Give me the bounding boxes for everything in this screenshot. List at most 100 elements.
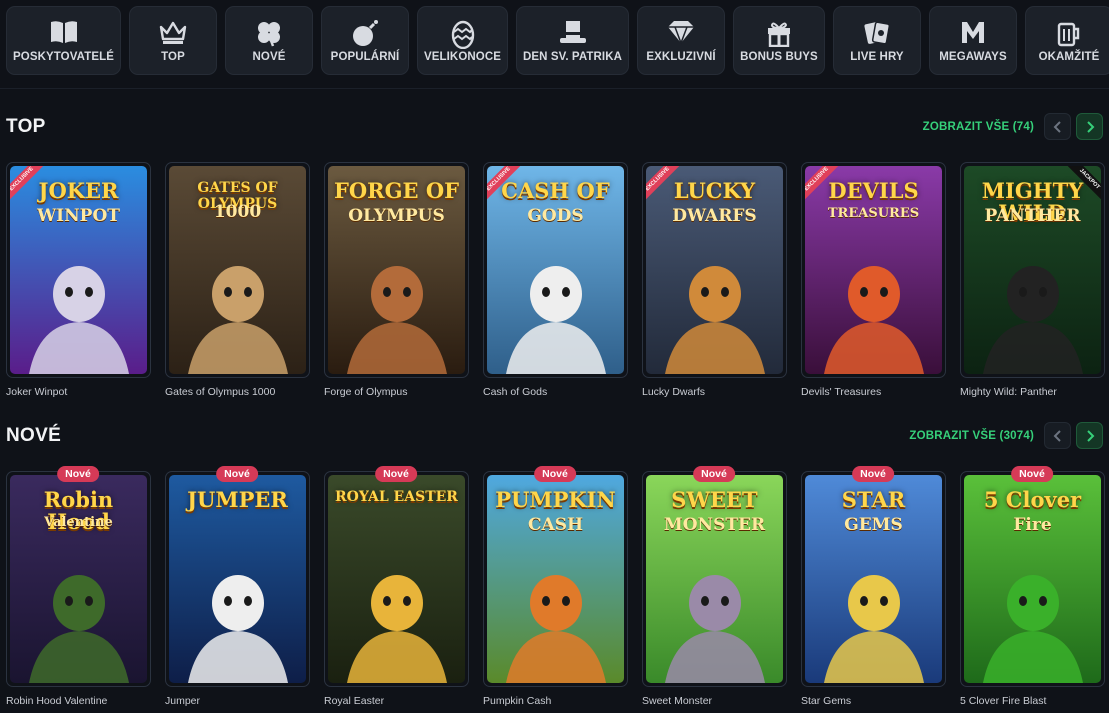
category-easter[interactable]: VELIKONOCE — [417, 6, 508, 75]
game-character-art — [346, 575, 447, 683]
section-title-top: TOP — [6, 116, 46, 137]
game-art-title: DEVILS — [828, 178, 919, 203]
game-card[interactable]: ROYAL EASTER — [324, 471, 469, 687]
game-name[interactable]: Robin Hood Valentine — [6, 695, 107, 707]
game-thumbnail: LUCKY DWARFS EXCLUSIVE — [646, 166, 783, 374]
game-name[interactable]: Joker Winpot — [6, 386, 67, 398]
game-name[interactable]: Pumpkin Cash — [483, 695, 551, 707]
game-card[interactable]: MIGHTY WILD PANTHER JACKPOT — [960, 162, 1105, 378]
game-art-subtitle: MONSTER — [663, 515, 766, 535]
game-art-subtitle: GEMS — [844, 515, 903, 535]
category-bar: POSKYTOVATELÉ TOP NOVÉ POPULÁRNÍ VELIKON… — [0, 0, 1109, 89]
game-card[interactable]: GATES OF OLYMPUS 1000 — [165, 162, 310, 378]
new-badge: Nové — [534, 466, 576, 482]
game-thumbnail: DEVILS TREASURES EXCLUSIVE — [805, 166, 942, 374]
game-name[interactable]: 5 Clover Fire Blast — [960, 695, 1046, 707]
new-badge: Nové — [375, 466, 417, 482]
game-name[interactable]: Star Gems — [801, 695, 851, 707]
game-name[interactable]: Royal Easter — [324, 695, 384, 707]
category-megaways[interactable]: MEGAWAYS — [929, 6, 1017, 75]
game-thumbnail: ROYAL EASTER — [328, 475, 465, 683]
game-art-subtitle: CASH — [527, 515, 584, 535]
game-character-art — [823, 266, 924, 374]
view-all-top-link[interactable]: ZOBRAZIT VŠE (74) — [923, 121, 1034, 133]
category-top[interactable]: TOP — [129, 6, 217, 75]
game-card[interactable]: SWEET MONSTER — [642, 471, 787, 687]
new-next-button[interactable] — [1076, 422, 1103, 449]
game-character-art — [823, 575, 924, 683]
category-providers[interactable]: POSKYTOVATELÉ — [6, 6, 121, 75]
game-thumbnail: PUMPKIN CASH — [487, 475, 624, 683]
game-name[interactable]: Sweet Monster — [642, 695, 712, 707]
easter-egg-icon — [451, 20, 474, 49]
game-card[interactable]: 5 Clover Fire — [960, 471, 1105, 687]
category-exclusive[interactable]: EXKLUZIVNÍ — [637, 6, 725, 75]
new-badge: Nové — [693, 466, 735, 482]
category-label: MEGAWAYS — [939, 51, 1007, 63]
category-label: POPULÁRNÍ — [330, 51, 400, 63]
new-prev-button[interactable] — [1044, 422, 1071, 449]
game-card[interactable]: LUCKY DWARFS EXCLUSIVE — [642, 162, 787, 378]
game-art-title: LUCKY — [673, 178, 756, 203]
category-bonus-buys[interactable]: BONUS BUYS — [733, 6, 825, 75]
diamond-icon — [668, 21, 694, 45]
game-card[interactable]: JOKER WINPOT EXCLUSIVE — [6, 162, 151, 378]
game-character-art — [505, 266, 606, 374]
game-art-subtitle: PANTHER — [984, 206, 1081, 226]
game-name[interactable]: Mighty Wild: Panther — [960, 386, 1057, 398]
game-character-art — [187, 575, 288, 683]
book-icon — [50, 21, 77, 43]
game-art-title: SWEET — [671, 487, 758, 512]
game-character-art — [346, 266, 447, 374]
game-name[interactable]: Cash of Gods — [483, 386, 547, 398]
game-thumbnail: JOKER WINPOT EXCLUSIVE — [10, 166, 147, 374]
beer-mug-icon — [1057, 22, 1080, 47]
leprechaun-hat-icon — [559, 21, 586, 43]
category-label: OKAMŽITÉ — [1038, 51, 1100, 63]
game-name[interactable]: Lucky Dwarfs — [642, 386, 705, 398]
category-label: EXKLUZIVNÍ — [646, 51, 716, 63]
game-card[interactable]: Robin Hood Valentine — [6, 471, 151, 687]
game-art-title: CASH OF — [501, 178, 610, 203]
game-card[interactable]: JUMPER — [165, 471, 310, 687]
game-name[interactable]: Jumper — [165, 695, 200, 707]
game-name[interactable]: Gates of Olympus 1000 — [165, 386, 275, 398]
chevron-left-icon — [1053, 430, 1061, 442]
game-card[interactable]: FORGE OF OLYMPUS — [324, 162, 469, 378]
game-art-subtitle: Valentine — [44, 515, 113, 530]
playing-cards-icon — [864, 21, 891, 45]
game-art-title: STAR — [841, 487, 906, 512]
top-prev-button[interactable] — [1044, 113, 1071, 140]
game-thumbnail: 5 Clover Fire — [964, 475, 1101, 683]
game-character-art — [28, 266, 129, 374]
game-thumbnail: SWEET MONSTER — [646, 475, 783, 683]
category-popular[interactable]: POPULÁRNÍ — [321, 6, 409, 75]
category-label: BONUS BUYS — [740, 51, 818, 63]
game-name[interactable]: Forge of Olympus — [324, 386, 407, 398]
game-card[interactable]: CASH OF GODS EXCLUSIVE — [483, 162, 628, 378]
gift-icon — [768, 22, 790, 47]
category-instant[interactable]: OKAMŽITÉ — [1025, 6, 1109, 75]
category-label: VELIKONOCE — [423, 51, 502, 63]
game-character-art — [505, 575, 606, 683]
game-art-subtitle: TREASURES — [827, 206, 920, 221]
game-card[interactable]: STAR GEMS — [801, 471, 946, 687]
top-next-button[interactable] — [1076, 113, 1103, 140]
game-thumbnail: JUMPER — [169, 475, 306, 683]
game-art-subtitle: 1000 — [213, 202, 262, 222]
game-art-title: JUMPER — [187, 487, 288, 512]
category-label: DEN SV. PATRIKA — [522, 51, 623, 63]
category-new[interactable]: NOVÉ — [225, 6, 313, 75]
game-art-subtitle: DWARFS — [672, 206, 757, 226]
new-badge: Nové — [1011, 466, 1053, 482]
category-st-patrick[interactable]: DEN SV. PATRIKA — [516, 6, 629, 75]
game-character-art — [187, 266, 288, 374]
game-name[interactable]: Devils' Treasures — [801, 386, 881, 398]
category-live-games[interactable]: LIVE HRY — [833, 6, 921, 75]
game-card[interactable]: PUMPKIN CASH — [483, 471, 628, 687]
game-thumbnail: GATES OF OLYMPUS 1000 — [169, 166, 306, 374]
view-all-new-link[interactable]: ZOBRAZIT VŠE (3074) — [909, 430, 1034, 442]
game-card[interactable]: DEVILS TREASURES EXCLUSIVE — [801, 162, 946, 378]
game-thumbnail: FORGE OF OLYMPUS — [328, 166, 465, 374]
chevron-right-icon — [1087, 121, 1095, 133]
